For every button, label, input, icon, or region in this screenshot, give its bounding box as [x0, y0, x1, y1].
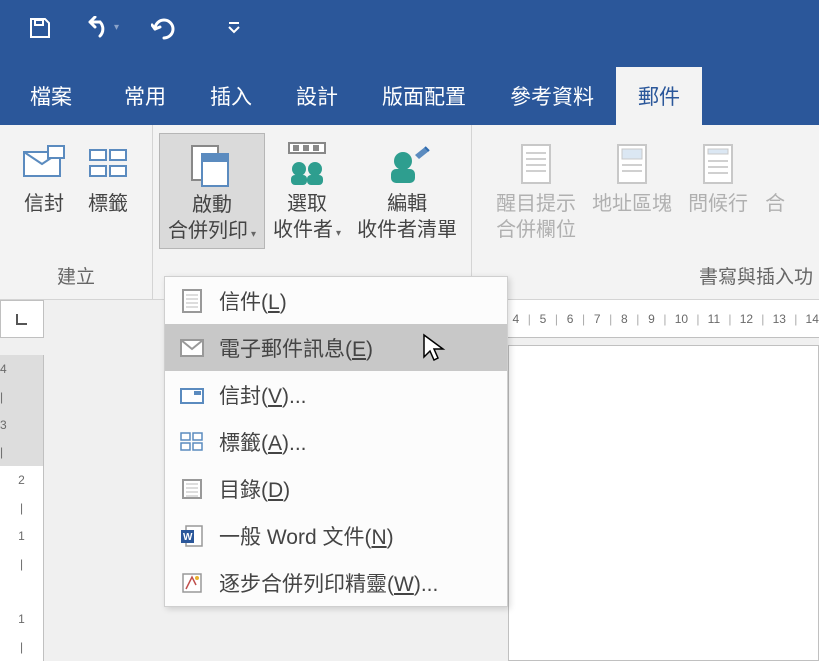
mail-merge-icon: [188, 142, 236, 188]
edit-recipient-list-button[interactable]: 編輯收件者清單: [349, 133, 465, 249]
word-doc-icon: W: [179, 524, 205, 548]
tab-references[interactable]: 參考資料: [488, 67, 616, 125]
svg-text:W: W: [183, 532, 193, 543]
start-merge-l2: 合併列印: [168, 220, 248, 242]
redo-icon: [151, 16, 177, 40]
group-start-merge: 啟動合併列印▾ 選取收件者▾: [153, 125, 472, 299]
chevron-down-icon: [227, 21, 241, 35]
dropdown-caret-icon[interactable]: ▾: [112, 22, 121, 33]
highlight-l2: 合併欄位: [496, 219, 576, 241]
envelope-small-icon: [179, 386, 205, 404]
group-create: 信封 標籤 建立: [0, 125, 153, 299]
tab-insert[interactable]: 插入: [188, 67, 274, 125]
highlight-l1: 醒目提示: [496, 193, 576, 215]
envelopes-button[interactable]: 信封: [12, 133, 76, 221]
directory-icon: [179, 478, 205, 500]
highlight-merge-fields-button: 醒目提示合併欄位: [488, 133, 584, 247]
group-create-label: 建立: [57, 262, 95, 295]
insert-merge-field-button: 合: [756, 133, 786, 247]
menu-step-by-step-wizard[interactable]: 逐步合併列印精靈(W)...: [165, 559, 507, 606]
chevron-down-icon: ▾: [251, 229, 256, 240]
email-icon: [179, 339, 205, 357]
tab-file[interactable]: 檔案: [0, 67, 102, 125]
ruler-corner: [0, 300, 44, 338]
vertical-ruler[interactable]: 4|3|2|1|1|: [0, 355, 44, 661]
menu-email-messages[interactable]: 電子郵件訊息(E): [165, 324, 507, 371]
edit-recipients-icon: [383, 141, 431, 187]
menu-labels[interactable]: 標籤(A)...: [165, 418, 507, 465]
tab-design[interactable]: 設計: [274, 67, 360, 125]
customize-qat-button[interactable]: [227, 21, 241, 35]
letters-icon: [179, 288, 205, 314]
group-write-label: 書寫與插入功: [699, 262, 813, 295]
undo-icon: [82, 16, 112, 40]
save-icon: [28, 16, 52, 40]
tab-home[interactable]: 常用: [102, 67, 188, 125]
horizontal-ruler[interactable]: 4|5|6|7|8|9|10|11|12|13|14: [508, 300, 819, 338]
greeting-line-label: 問候行: [688, 191, 748, 217]
group-write-insert: 醒目提示合併欄位 地址區塊 問候行 合 書寫與插入功: [472, 125, 819, 299]
select-recip-l1: 選取: [287, 193, 327, 215]
quick-access-toolbar: ▾: [0, 0, 819, 55]
select-recipients-icon: [283, 141, 331, 187]
labels-button[interactable]: 標籤: [76, 133, 140, 221]
address-block-label: 地址區塊: [592, 191, 672, 217]
labels-label: 標籤: [88, 191, 128, 217]
wizard-icon: [179, 571, 205, 595]
menu-envelopes[interactable]: 信封(V)...: [165, 371, 507, 418]
redo-button[interactable]: [151, 16, 177, 40]
document-icon: [516, 141, 556, 187]
document-page[interactable]: [508, 345, 819, 661]
select-recip-l2: 收件者: [273, 219, 333, 241]
menu-normal-word-document[interactable]: W 一般 Word 文件(N): [165, 512, 507, 559]
labels-small-icon: [179, 432, 205, 452]
greeting-line-icon: [698, 141, 738, 187]
undo-button[interactable]: ▾: [82, 16, 121, 40]
select-recipients-button[interactable]: 選取收件者▾: [265, 133, 349, 249]
tab-stop-icon: [14, 311, 30, 327]
tab-layout[interactable]: 版面配置: [360, 67, 488, 125]
menu-letters[interactable]: 信件(L): [165, 277, 507, 324]
menu-letters-label: 信件(L): [219, 286, 287, 316]
chevron-down-icon: ▾: [336, 228, 341, 239]
start-merge-l1: 啟動: [192, 194, 232, 216]
save-button[interactable]: [28, 16, 52, 40]
ribbon-tabs: 檔案 常用 插入 設計 版面配置 參考資料 郵件: [0, 55, 819, 125]
start-mail-merge-button[interactable]: 啟動合併列印▾: [159, 133, 265, 249]
menu-directory[interactable]: 目錄(D): [165, 465, 507, 512]
tab-mailings[interactable]: 郵件: [616, 67, 702, 125]
insert-merge-partial: 合: [765, 191, 785, 217]
menu-labels-label: 標籤(A)...: [219, 427, 307, 457]
menu-directory-label: 目錄(D): [219, 474, 290, 504]
greeting-line-button: 問候行: [680, 133, 756, 247]
envelope-icon: [22, 144, 66, 184]
address-block-button: 地址區塊: [584, 133, 680, 247]
envelopes-label: 信封: [24, 191, 64, 217]
labels-icon: [86, 144, 130, 184]
menu-email-label: 電子郵件訊息(E): [219, 333, 373, 363]
menu-wizard-label: 逐步合併列印精靈(W)...: [219, 568, 438, 598]
ribbon-body: 信封 標籤 建立: [0, 125, 819, 300]
menu-normal-label: 一般 Word 文件(N): [219, 521, 394, 551]
menu-envelopes-label: 信封(V)...: [219, 380, 307, 410]
address-block-icon: [612, 141, 652, 187]
edit-recip-l2: 收件者清單: [357, 219, 457, 241]
start-mail-merge-dropdown: 信件(L) 電子郵件訊息(E) 信封(V)... 標籤(A)... 目錄(D) …: [164, 276, 508, 607]
edit-recip-l1: 編輯: [387, 193, 427, 215]
